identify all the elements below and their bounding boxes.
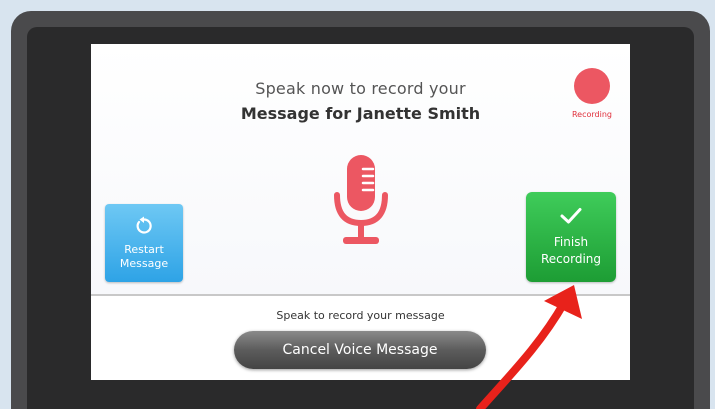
checkmark-icon bbox=[560, 208, 582, 224]
finish-label: Finish Recording bbox=[526, 234, 616, 268]
restart-label: Restart Message bbox=[105, 243, 183, 271]
restart-label-line2: Message bbox=[119, 257, 169, 270]
recording-panel: Speak now to record your Message for Jan… bbox=[91, 44, 630, 294]
microphone-icon bbox=[334, 155, 388, 244]
restart-message-button[interactable]: Restart Message bbox=[105, 204, 183, 282]
record-dot-icon bbox=[574, 68, 610, 104]
finish-label-line1: Finish bbox=[553, 235, 589, 249]
restart-arrow-icon bbox=[136, 216, 152, 234]
red-arrow-icon bbox=[476, 285, 582, 409]
finish-recording-button[interactable]: Finish Recording bbox=[526, 192, 616, 282]
restart-label-line1: Restart bbox=[124, 243, 164, 256]
cancel-voice-message-button[interactable]: Cancel Voice Message bbox=[234, 331, 486, 369]
finish-label-line2: Recording bbox=[540, 252, 602, 266]
recording-status-label: Recording bbox=[571, 110, 612, 119]
recipient-title: Message for Janette Smith bbox=[240, 104, 481, 123]
title-line-1: Speak now to record your bbox=[255, 79, 466, 98]
